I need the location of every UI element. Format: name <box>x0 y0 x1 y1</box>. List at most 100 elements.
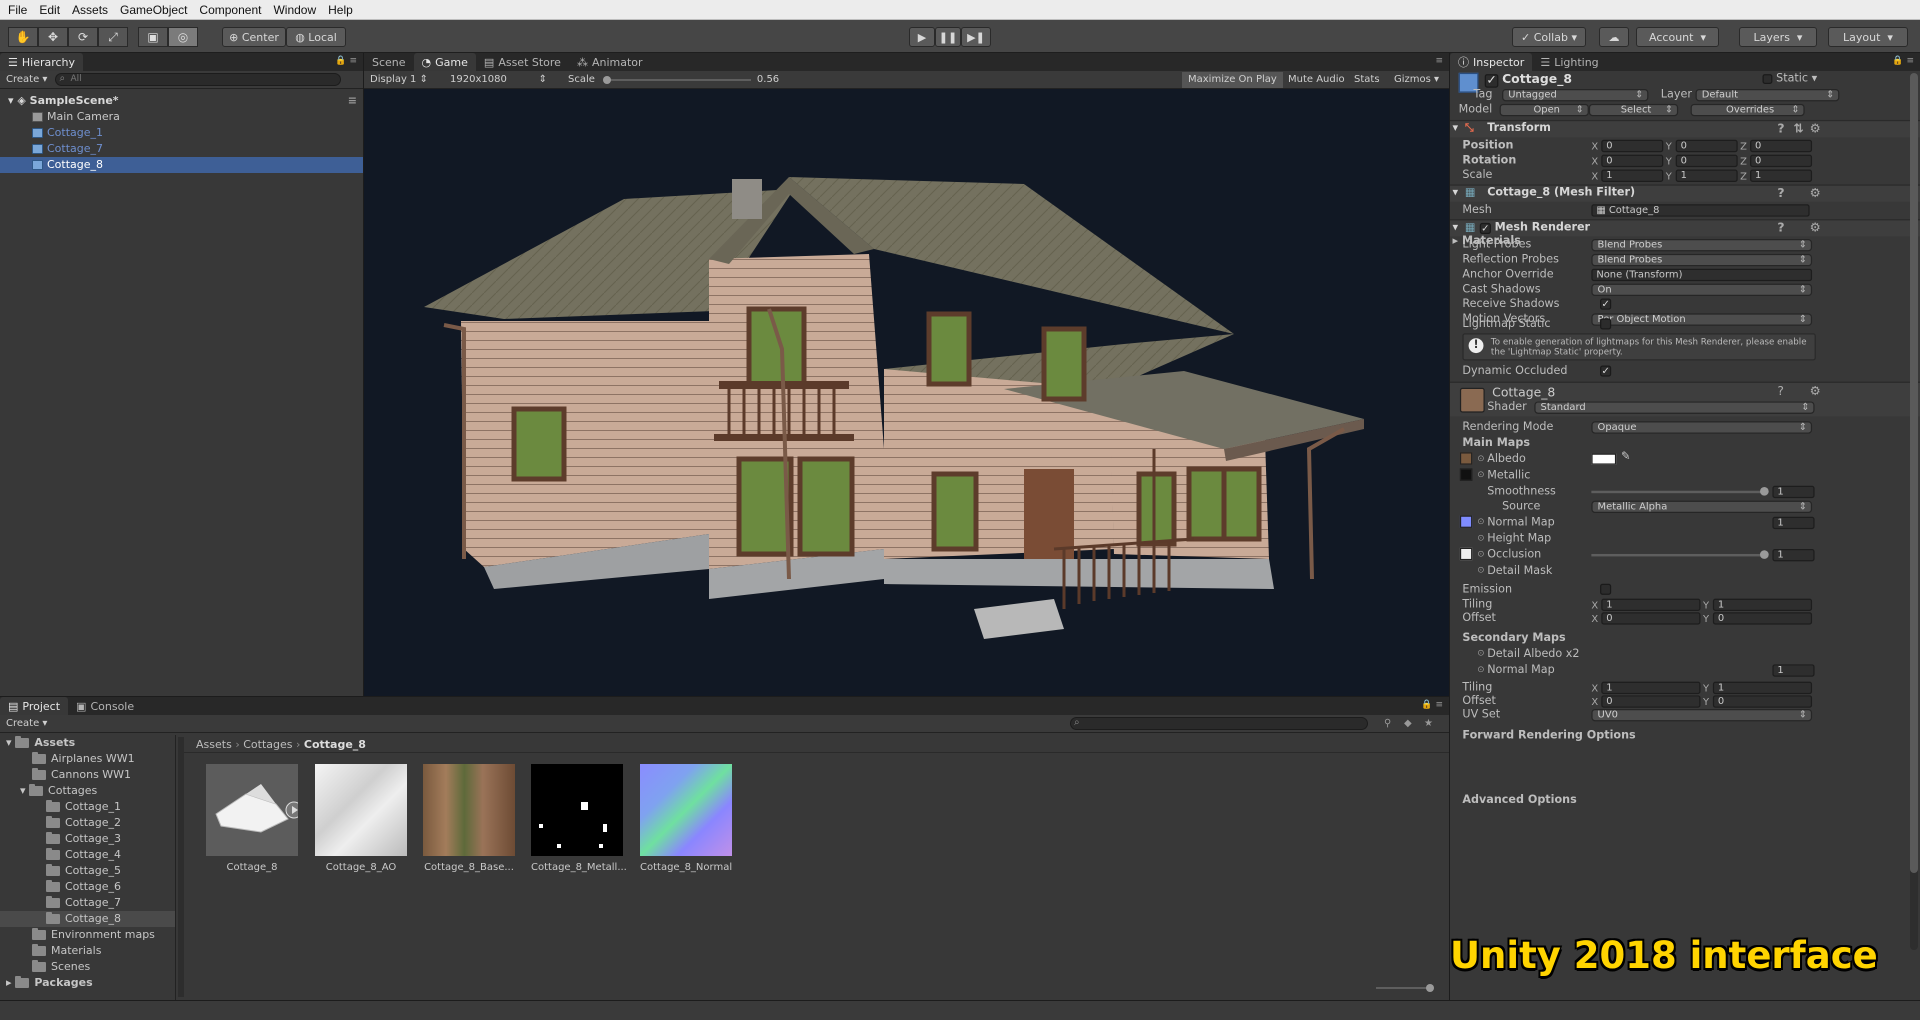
tree-cottage-5[interactable]: Cottage_5 <box>0 863 175 879</box>
normal2-picker-icon[interactable]: ⊙ <box>1477 664 1484 674</box>
tree-cottages[interactable]: ▾ Cottages <box>0 783 175 799</box>
tab-scene[interactable]: Scene <box>364 53 414 71</box>
breadcrumb-assets[interactable]: Assets <box>196 738 232 751</box>
asset-cottage-8-model[interactable]: Cottage_8 <box>206 764 303 873</box>
tree-cottage-4[interactable]: Cottage_4 <box>0 847 175 863</box>
position-x-field[interactable]: 0 <box>1601 139 1664 153</box>
model-open-button[interactable]: Open <box>1499 103 1589 117</box>
smoothness-slider-knob[interactable] <box>1760 487 1769 496</box>
emission-checkbox[interactable] <box>1600 583 1612 595</box>
tree-packages[interactable]: ▸ Packages <box>0 975 175 991</box>
metallic-texture-slot[interactable] <box>1459 468 1473 481</box>
occlusion-slider-knob[interactable] <box>1760 550 1769 559</box>
tab-console[interactable]: ▣ Console <box>68 697 142 715</box>
static-checkbox[interactable] <box>1762 74 1773 84</box>
anchor-override-field[interactable]: None (Transform) <box>1591 268 1813 282</box>
source-dropdown[interactable]: Metallic Alpha <box>1591 500 1813 514</box>
model-select-button[interactable]: Select <box>1588 103 1679 117</box>
menu-edit[interactable]: Edit <box>33 3 66 17</box>
inspector-menu-icon[interactable]: 🔒 ≡ <box>1892 56 1914 66</box>
asset-cottage-8-metallic[interactable]: Cottage_8_Metall... <box>531 764 627 873</box>
metallic-picker-icon[interactable]: ⊙ <box>1477 470 1484 480</box>
rotation-y-field[interactable]: 0 <box>1675 154 1738 168</box>
offset2-y-field[interactable]: 0 <box>1712 695 1813 708</box>
hand-tool-icon[interactable]: ✋ <box>8 27 38 47</box>
model-overrides-dropdown[interactable]: Overrides <box>1690 103 1805 117</box>
help-icon[interactable]: ? <box>1777 386 1789 399</box>
tab-project[interactable]: ▤ Project <box>0 697 69 715</box>
hierarchy-item-main-camera[interactable]: Main Camera <box>0 109 363 125</box>
space-local-button[interactable]: ◍ Local <box>286 27 346 47</box>
tag-dropdown[interactable]: Untagged <box>1502 88 1649 102</box>
game-menu-icon[interactable]: ≡ <box>1435 56 1443 66</box>
scene-menu-icon[interactable]: ≡ <box>348 93 357 109</box>
tiling-y-field[interactable]: 1 <box>1712 598 1813 611</box>
tiling2-y-field[interactable]: 1 <box>1712 681 1813 695</box>
tiling2-x-field[interactable]: 1 <box>1601 681 1701 695</box>
normal-texture-slot[interactable] <box>1459 515 1473 528</box>
lightmap-static-checkbox[interactable] <box>1600 318 1612 330</box>
scene-row[interactable]: ▾ ◈ SampleScene* ≡ <box>0 93 363 109</box>
tab-hierarchy[interactable]: ☰ Hierarchy <box>0 53 84 71</box>
menu-help[interactable]: Help <box>322 3 359 17</box>
gear-icon[interactable]: ⚙ <box>1810 386 1822 399</box>
maximize-on-play-toggle[interactable]: Maximize On Play <box>1182 71 1283 88</box>
mesh-renderer-enabled-checkbox[interactable]: ✓ <box>1479 222 1491 235</box>
rotation-x-field[interactable]: 0 <box>1601 154 1664 168</box>
reflection-probes-dropdown[interactable]: Blend Probes <box>1591 253 1813 267</box>
albedo-color-swatch[interactable] <box>1591 453 1617 465</box>
display-dropdown[interactable]: Display 1 ⇕ <box>364 74 444 85</box>
preset-icon[interactable]: ⇅ <box>1793 123 1805 136</box>
hierarchy-item-cottage-7[interactable]: Cottage_7 <box>0 141 363 157</box>
menu-assets[interactable]: Assets <box>66 3 114 17</box>
step-button[interactable]: ▶❚ <box>961 27 991 47</box>
asset-cottage-8-ao[interactable]: Cottage_8_AO <box>315 764 407 873</box>
detail-albedo-picker-icon[interactable]: ⊙ <box>1477 648 1484 658</box>
scale-y-field[interactable]: 1 <box>1675 169 1738 182</box>
hierarchy-search-input[interactable]: All <box>55 73 342 86</box>
gear-icon[interactable]: ⚙ <box>1810 222 1822 235</box>
stats-toggle[interactable]: Stats <box>1348 74 1386 85</box>
filter-type-icon[interactable]: ⚲ <box>1384 718 1391 729</box>
offset2-x-field[interactable]: 0 <box>1601 695 1701 708</box>
tree-cannons[interactable]: Cannons WW1 <box>0 767 175 783</box>
tab-inspector[interactable]: ⓘ Inspector <box>1450 53 1533 71</box>
gear-icon[interactable]: ⚙ <box>1810 123 1822 136</box>
uv-set-dropdown[interactable]: UV0 <box>1591 708 1813 722</box>
project-menu-icon[interactable]: 🔒 ≡ <box>1421 700 1443 710</box>
occlusion-value-field[interactable]: 1 <box>1772 549 1815 562</box>
hierarchy-item-cottage-8[interactable]: Cottage_8 <box>0 157 363 173</box>
smoothness-slider[interactable] <box>1591 490 1765 494</box>
pause-button[interactable]: ❚❚ <box>935 27 961 47</box>
mesh-renderer-header[interactable]: ▾ ▦ ✓ Mesh Renderer ? ⚙ <box>1450 219 1920 237</box>
mute-audio-toggle[interactable]: Mute Audio <box>1282 74 1351 85</box>
menu-file[interactable]: File <box>2 3 33 17</box>
scale-x-field[interactable]: 1 <box>1601 169 1664 182</box>
tree-cottage-6[interactable]: Cottage_6 <box>0 879 175 895</box>
eyedropper-icon[interactable]: ✎ <box>1621 451 1630 463</box>
cast-shadows-dropdown[interactable]: On <box>1591 283 1813 297</box>
rendering-mode-dropdown[interactable]: Opaque <box>1591 421 1813 434</box>
detail-mask-picker-icon[interactable]: ⊙ <box>1477 565 1484 575</box>
breadcrumb-cottage-8[interactable]: Cottage_8 <box>304 738 366 751</box>
tab-animator[interactable]: ⁂ Animator <box>569 53 651 71</box>
scale-z-field[interactable]: 1 <box>1750 169 1813 182</box>
tiling-x-field[interactable]: 1 <box>1601 598 1701 611</box>
mesh-filter-header[interactable]: ▾ ▦ Cottage_8 (Mesh Filter) ? ⚙ <box>1450 184 1920 202</box>
gear-icon[interactable]: ⚙ <box>1810 188 1822 200</box>
scale-tool-icon[interactable]: ⤢ <box>98 27 128 47</box>
smoothness-value-field[interactable]: 1 <box>1772 485 1815 499</box>
normal2-value-field[interactable]: 1 <box>1772 664 1815 677</box>
favorite-star-icon[interactable]: ★ <box>1424 718 1433 729</box>
receive-shadows-checkbox[interactable]: ✓ <box>1600 298 1612 310</box>
offset-y-field[interactable]: 0 <box>1712 612 1813 625</box>
help-icon[interactable]: ? <box>1777 188 1789 200</box>
asset-cottage-8-normal[interactable]: Cottage_8_Normal <box>640 764 732 873</box>
resolution-dropdown[interactable]: 1920x1080 ⇕ <box>444 74 562 85</box>
normal-value-field[interactable]: 1 <box>1772 516 1815 530</box>
menu-gameobject[interactable]: GameObject <box>114 3 193 17</box>
tree-scenes[interactable]: Scenes <box>0 959 175 975</box>
scrollbar-thumb[interactable] <box>1910 73 1918 873</box>
menu-component[interactable]: Component <box>193 3 267 17</box>
occlusion-texture-slot[interactable] <box>1459 547 1473 561</box>
